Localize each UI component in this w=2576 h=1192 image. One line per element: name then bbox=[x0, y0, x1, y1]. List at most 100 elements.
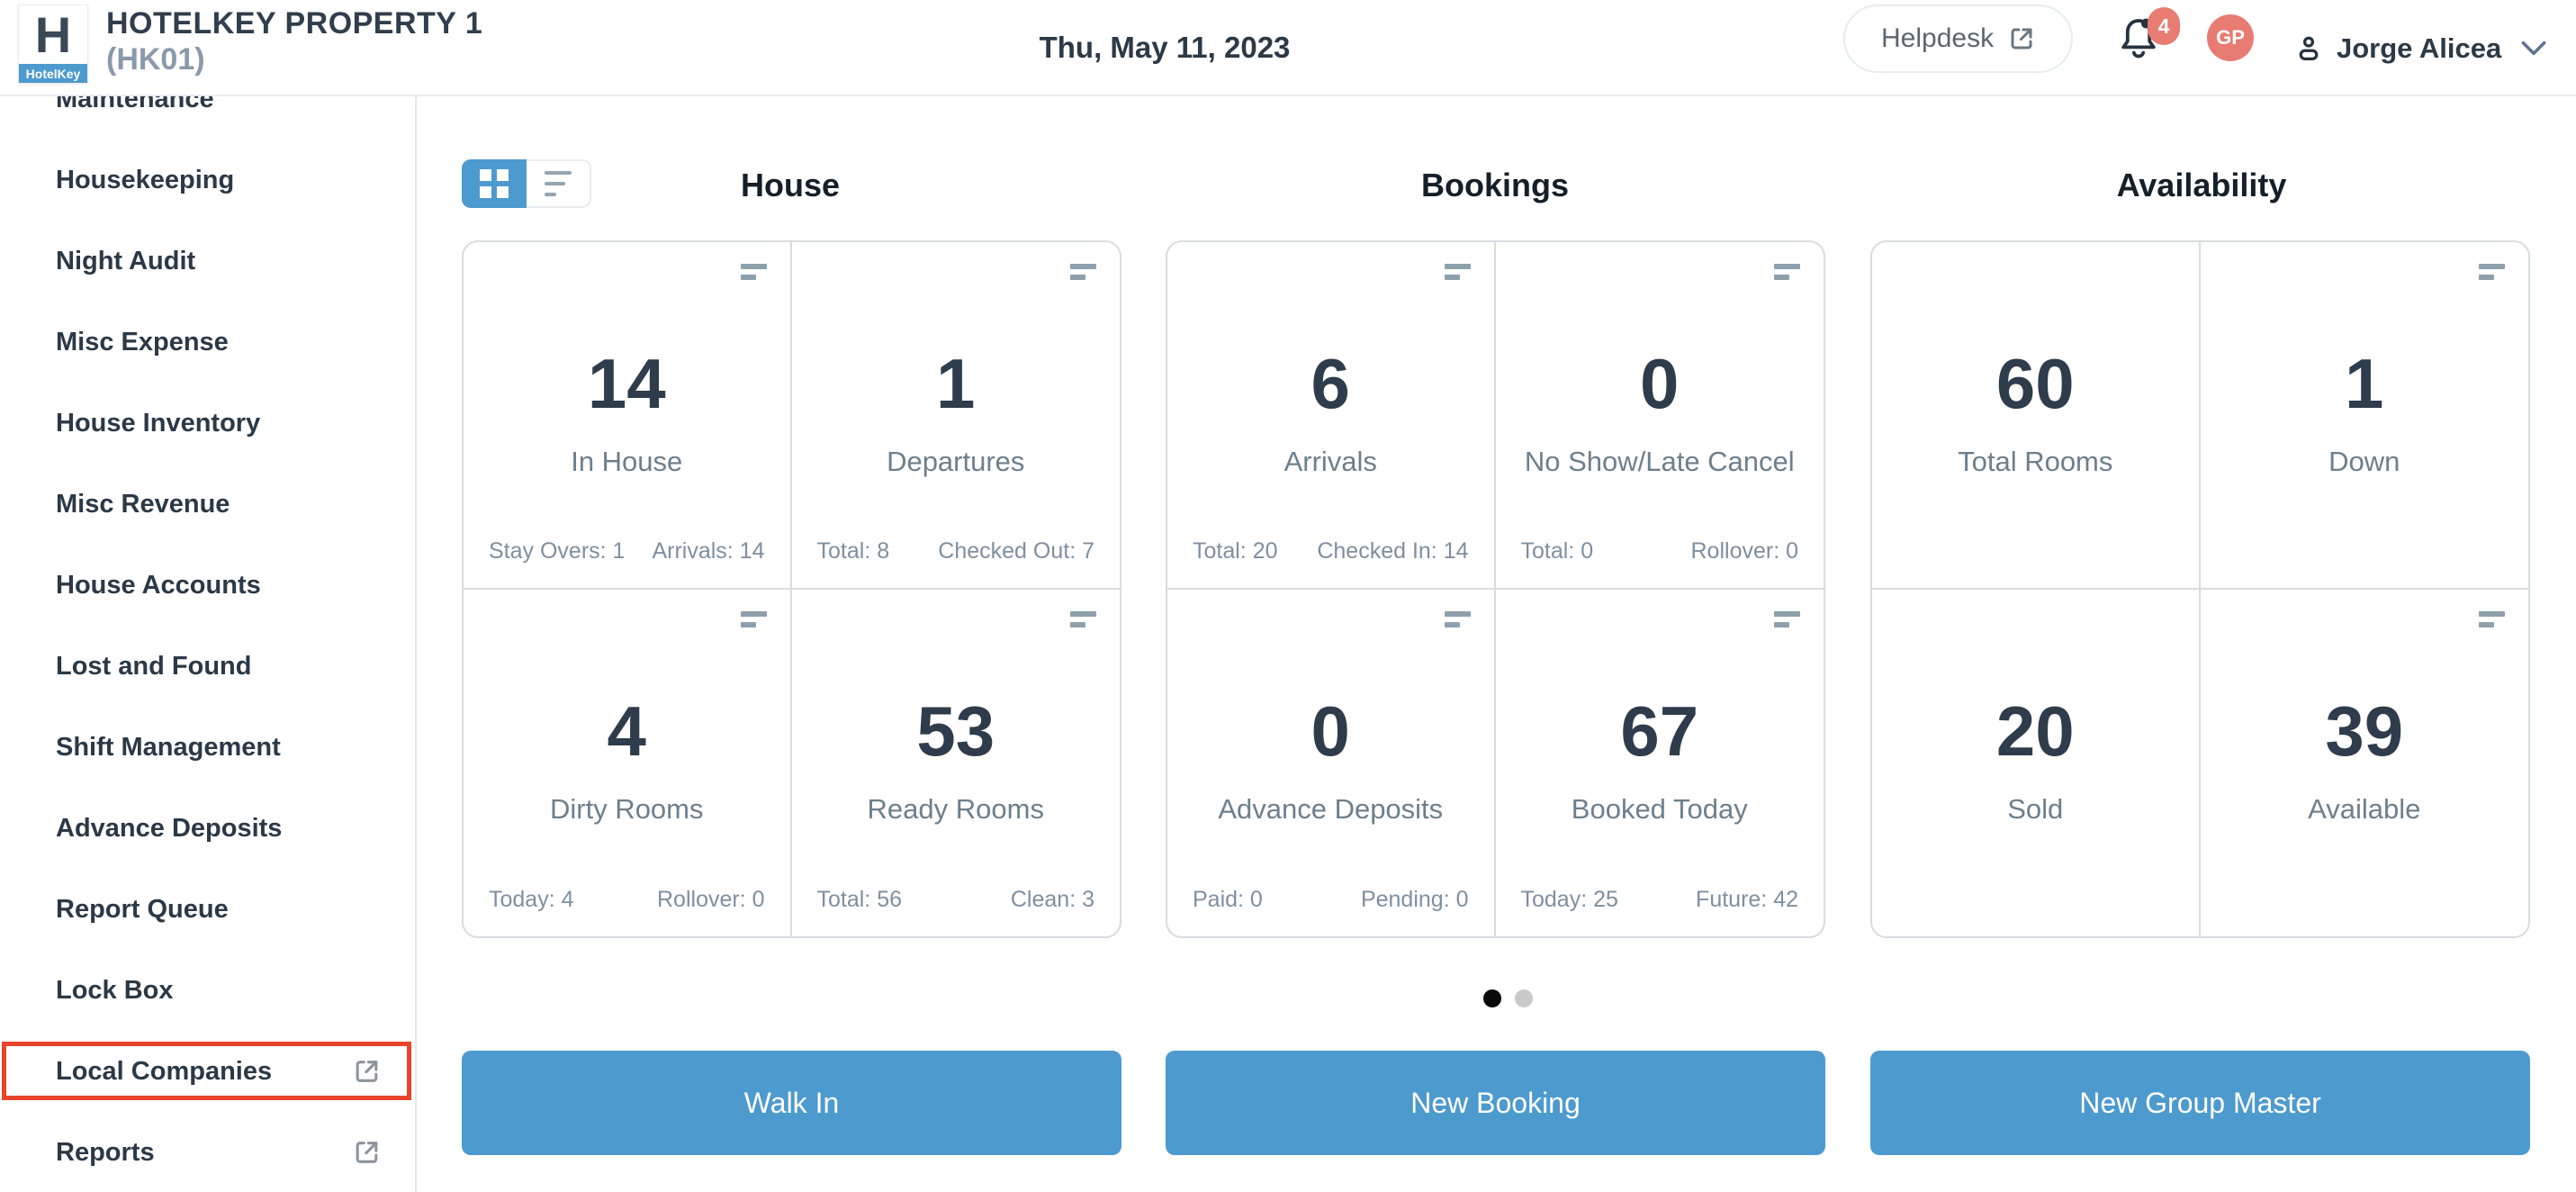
stat-card-available[interactable]: 39 Available bbox=[2201, 590, 2529, 937]
sidebar-item-label: Shift Management bbox=[56, 733, 281, 763]
stat-card-departures[interactable]: 1 Departures Total: 8Checked Out: 7 bbox=[792, 242, 1121, 590]
sidebar-item-report-queue[interactable]: Report Queue bbox=[0, 869, 415, 950]
card-menu-icon[interactable] bbox=[2479, 611, 2505, 628]
dashboard-main: House Bookings Availability 14 In House … bbox=[417, 96, 2576, 1192]
section-title-availability: Availability bbox=[2117, 167, 2287, 204]
card-menu-icon[interactable] bbox=[741, 611, 767, 628]
card-menu-icon[interactable] bbox=[1774, 264, 1800, 280]
card-menu-icon[interactable] bbox=[1070, 264, 1096, 280]
user-menu[interactable]: Jorge Alicea bbox=[2293, 0, 2546, 96]
stat-detail-left: Today: 25 bbox=[1521, 887, 1618, 913]
view-toggle bbox=[462, 159, 591, 208]
property-code: (HK01) bbox=[106, 42, 482, 77]
pagination-dot-2[interactable] bbox=[1515, 989, 1533, 1007]
sidebar-item-label: Housekeeping bbox=[56, 166, 234, 195]
pagination-dot-1[interactable] bbox=[1483, 989, 1501, 1007]
sidebar-item-label: Maintenance bbox=[56, 96, 214, 114]
sidebar-nav: Maintenance Housekeeping Night Audit Mis… bbox=[0, 96, 417, 1192]
grid-icon bbox=[480, 169, 509, 198]
app-header: H HotelKey HOTELKEY PROPERTY 1 (HK01) Th… bbox=[0, 0, 2576, 96]
stat-value: 1 bbox=[792, 343, 1121, 425]
stat-card-in-house[interactable]: 14 In House Stay Overs: 1 Arrivals: 14 bbox=[464, 242, 792, 590]
stat-label: In House bbox=[464, 446, 790, 478]
sidebar-item-misc-expense[interactable]: Misc Expense bbox=[0, 302, 415, 383]
sidebar-item-advance-deposits[interactable]: Advance Deposits bbox=[0, 788, 415, 869]
external-link-icon bbox=[2008, 25, 2035, 52]
stat-label: Booked Today bbox=[1496, 793, 1824, 826]
sidebar-item-house-accounts[interactable]: House Accounts bbox=[0, 545, 415, 626]
stat-card-sold[interactable]: 20 Sold bbox=[1872, 590, 2201, 937]
sidebar-item-label: House Inventory bbox=[56, 409, 260, 438]
list-view-button[interactable] bbox=[527, 159, 591, 208]
grid-view-button[interactable] bbox=[462, 159, 527, 208]
new-group-master-button[interactable]: New Group Master bbox=[1870, 1051, 2530, 1155]
property-title-block: HOTELKEY PROPERTY 1 (HK01) bbox=[106, 6, 482, 77]
new-booking-button[interactable]: New Booking bbox=[1166, 1051, 1825, 1155]
stat-value: 1 bbox=[2201, 343, 2529, 425]
stat-label: Available bbox=[2201, 793, 2529, 826]
card-menu-icon[interactable] bbox=[2479, 264, 2505, 280]
stat-detail-right: Checked Out: 7 bbox=[938, 538, 1094, 564]
sidebar-item-lost-and-found[interactable]: Lost and Found bbox=[0, 626, 415, 707]
stat-detail-right: Future: 42 bbox=[1696, 887, 1798, 913]
stat-card-booked-today[interactable]: 67 Booked Today Today: 25 Future: 42 bbox=[1496, 590, 1824, 937]
sidebar-item-local-companies[interactable]: Local Companies bbox=[0, 1031, 415, 1112]
stat-value: 67 bbox=[1496, 691, 1824, 772]
sidebar-item-label: House Accounts bbox=[56, 571, 261, 601]
stat-label: Departures bbox=[792, 446, 1121, 478]
sidebar-item-shift-management[interactable]: Shift Management bbox=[0, 707, 415, 788]
sidebar-item-misc-revenue[interactable]: Misc Revenue bbox=[0, 464, 415, 545]
avatar[interactable]: GP bbox=[2207, 14, 2254, 61]
stat-detail-right: Arrivals: 14 bbox=[652, 538, 764, 564]
availability-cards: 60 Total Rooms 1 Down 20 Sold 39 Availab… bbox=[1870, 240, 2530, 938]
sidebar-item-maintenance[interactable]: Maintenance bbox=[0, 96, 415, 140]
external-link-icon bbox=[353, 1058, 381, 1086]
card-menu-icon[interactable] bbox=[1070, 611, 1096, 628]
stat-value: 53 bbox=[792, 691, 1121, 772]
stat-detail-left: Total: 0 bbox=[1521, 538, 1594, 564]
card-menu-icon[interactable] bbox=[1445, 611, 1471, 628]
stat-value: 0 bbox=[1167, 691, 1494, 772]
stat-value: 39 bbox=[2201, 691, 2529, 772]
sidebar-item-house-inventory[interactable]: House Inventory bbox=[0, 383, 415, 464]
stat-detail-right: Rollover: 0 bbox=[657, 887, 765, 913]
stat-card-ready-rooms[interactable]: 53 Ready Rooms Total: 56Clean: 3 bbox=[792, 590, 1121, 937]
stat-label: No Show/Late Cancel bbox=[1496, 446, 1824, 478]
stat-detail-right: Clean: 3 bbox=[1011, 887, 1094, 913]
logo-brand-label: HotelKey bbox=[19, 64, 87, 83]
card-menu-icon[interactable] bbox=[1774, 611, 1800, 628]
stat-detail-right: Rollover: 0 bbox=[1691, 538, 1799, 564]
sidebar-item-lock-box[interactable]: Lock Box bbox=[0, 950, 415, 1031]
stat-card-advance-deposits[interactable]: 0 Advance Deposits Paid: 0Pending: 0 bbox=[1167, 590, 1496, 937]
section-title-bookings: Bookings bbox=[1421, 167, 1569, 204]
sidebar-item-label: Advance Deposits bbox=[56, 814, 282, 844]
stat-detail-right: Checked In: 14 bbox=[1317, 538, 1468, 564]
stat-value: 0 bbox=[1496, 343, 1824, 425]
external-link-icon bbox=[353, 1139, 381, 1167]
sidebar-item-label: Lock Box bbox=[56, 976, 174, 1006]
helpdesk-label: Helpdesk bbox=[1881, 23, 1994, 54]
sidebar-item-housekeeping[interactable]: Housekeeping bbox=[0, 140, 415, 221]
stat-detail-left: Paid: 0 bbox=[1193, 887, 1263, 913]
stat-card-no-show-late-cancel[interactable]: 0 No Show/Late Cancel Total: 0 Rollover: … bbox=[1496, 242, 1824, 590]
card-menu-icon[interactable] bbox=[741, 264, 767, 280]
stat-card-arrivals[interactable]: 6 Arrivals Total: 20Checked In: 14 bbox=[1167, 242, 1496, 590]
card-menu-icon[interactable] bbox=[1445, 264, 1471, 280]
walk-in-button[interactable]: Walk In bbox=[462, 1051, 1121, 1155]
stat-value: 4 bbox=[464, 691, 790, 772]
notification-count-badge: 4 bbox=[2148, 7, 2180, 45]
sidebar-item-night-audit[interactable]: Night Audit bbox=[0, 221, 415, 302]
helpdesk-button[interactable]: Helpdesk bbox=[1843, 5, 2073, 73]
sidebar-item-label: Night Audit bbox=[56, 247, 195, 276]
stat-card-dirty-rooms[interactable]: 4 Dirty Rooms Today: 4Rollover: 0 bbox=[464, 590, 792, 937]
stat-card-total-rooms[interactable]: 60 Total Rooms bbox=[1872, 242, 2201, 590]
stat-value: 14 bbox=[464, 343, 790, 425]
sidebar-item-label: Report Queue bbox=[56, 895, 229, 925]
stat-detail-right: Pending: 0 bbox=[1361, 887, 1469, 913]
user-name: Jorge Alicea bbox=[2337, 32, 2501, 65]
notifications-button[interactable]: 4 bbox=[2117, 14, 2171, 72]
stat-detail-left: Stay Overs: 1 bbox=[489, 538, 625, 564]
sidebar-item-reports[interactable]: Reports bbox=[0, 1112, 415, 1192]
stat-detail-left: Total: 56 bbox=[817, 887, 903, 913]
stat-card-down[interactable]: 1 Down bbox=[2201, 242, 2529, 590]
